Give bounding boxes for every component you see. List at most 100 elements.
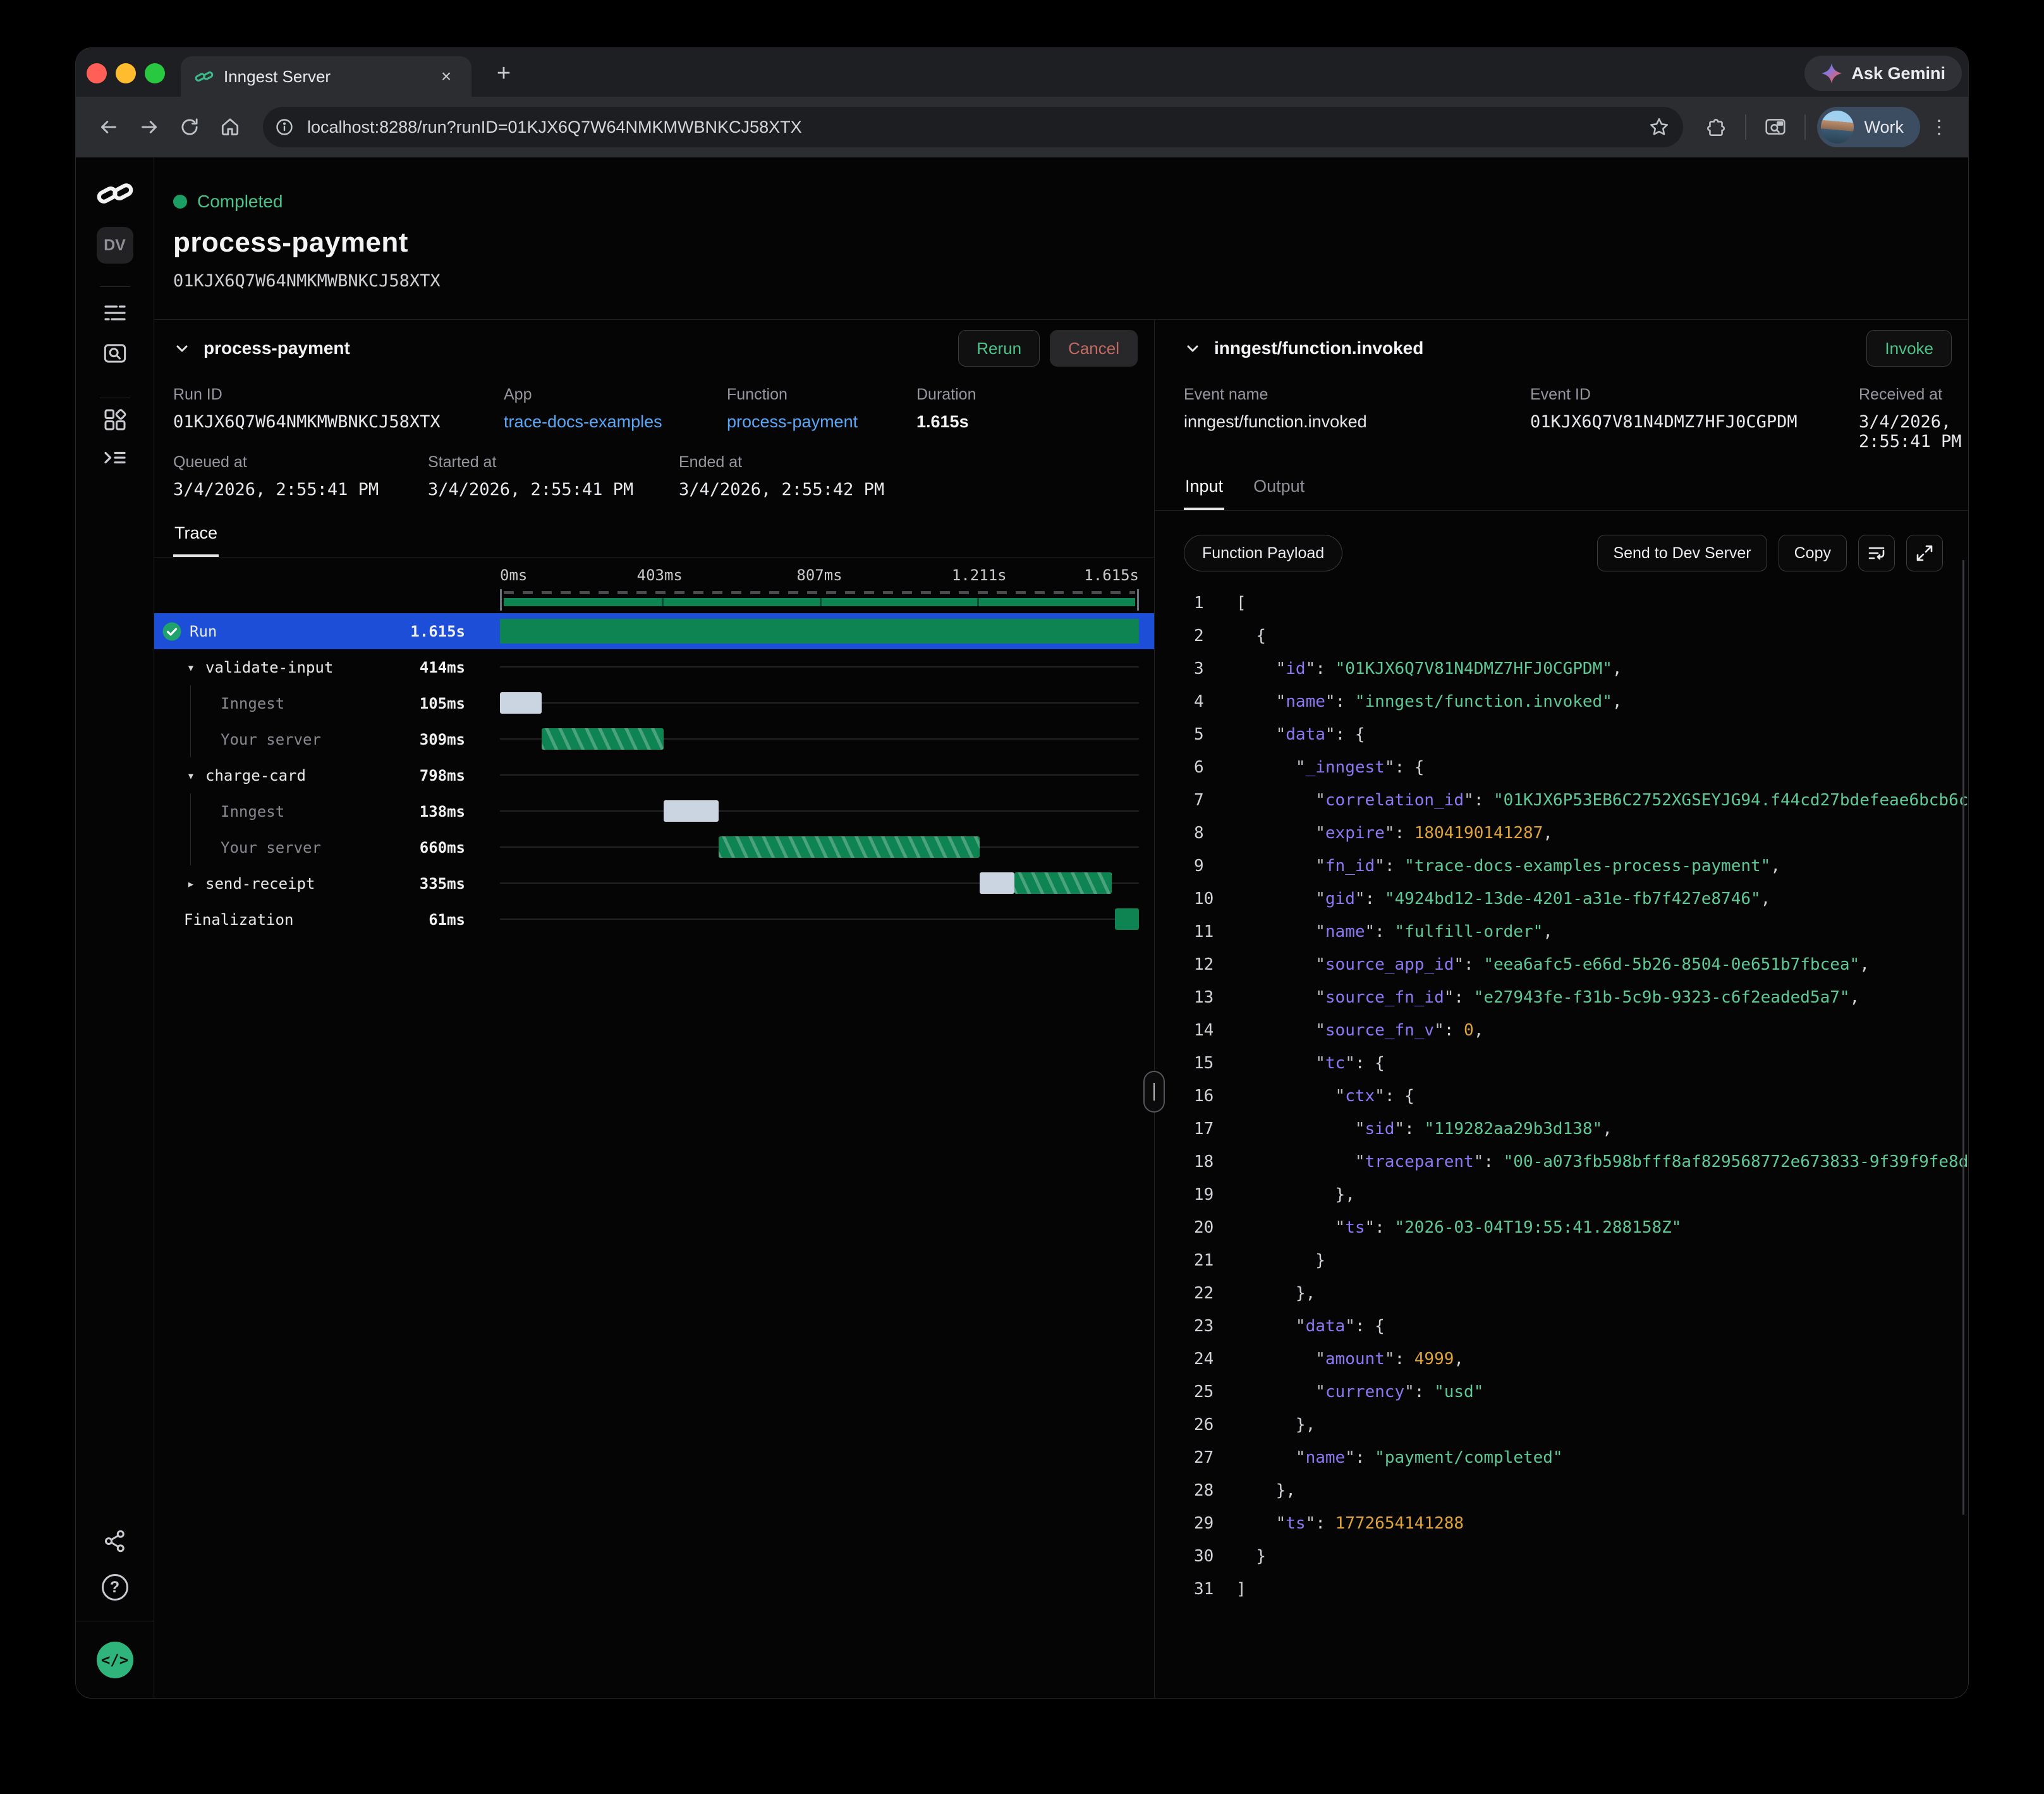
trace-row-charge-card[interactable]: charge-card798ms	[154, 757, 1154, 793]
trace-row-duration: 61ms	[394, 911, 465, 929]
minimap-dashes	[504, 591, 1135, 594]
trace-bar-exec	[1014, 872, 1112, 894]
trace-row-run[interactable]: Run1.615s	[154, 613, 1154, 649]
close-window-button[interactable]	[87, 63, 107, 83]
function-payload-pill[interactable]: Function Payload	[1184, 535, 1342, 571]
inngest-favicon-icon	[195, 69, 214, 84]
scrollbar[interactable]	[1962, 560, 1964, 1515]
reload-icon[interactable]	[172, 109, 207, 145]
tab-output[interactable]: Output	[1252, 469, 1306, 510]
trace-minimap[interactable]	[154, 589, 1154, 613]
line-number: 13	[1155, 981, 1236, 1014]
invoke-button[interactable]: Invoke	[1866, 330, 1952, 367]
trace-track-line	[500, 918, 1139, 920]
trace-row-finalization[interactable]: Finalization61ms	[154, 901, 1154, 937]
line-number: 12	[1155, 948, 1236, 981]
wrap-lines-icon[interactable]	[1858, 535, 1895, 571]
search-events-icon[interactable]	[102, 341, 128, 366]
apps-icon[interactable]	[102, 407, 128, 432]
ask-gemini-label: Ask Gemini	[1851, 64, 1945, 83]
back-icon[interactable]	[91, 109, 126, 145]
env-badge[interactable]: DV	[97, 227, 133, 264]
line-number: 22	[1155, 1277, 1236, 1310]
line-number: 30	[1155, 1540, 1236, 1573]
line-number: 26	[1155, 1408, 1236, 1441]
extensions-icon[interactable]	[1698, 109, 1734, 145]
code-line: 29 ts: 1772654141288	[1155, 1507, 1968, 1540]
status-dot	[173, 195, 187, 209]
help-icon[interactable]	[102, 1574, 128, 1601]
tab-title: Inngest Server	[224, 67, 425, 87]
line-number: 17	[1155, 1113, 1236, 1145]
run-header: Completed process-payment 01KJX6Q7W64NMK…	[154, 157, 1968, 320]
url-text[interactable]: localhost:8288/run?runID=01KJX6Q7W64NMKM…	[307, 118, 1641, 137]
code-line: 19 },	[1155, 1178, 1968, 1211]
browser-menu-icon[interactable]	[1925, 109, 1953, 145]
send-to-dev-server-button[interactable]: Send to Dev Server	[1597, 535, 1767, 571]
app-link[interactable]: trace-docs-examples	[504, 412, 727, 432]
zoom-window-button[interactable]	[145, 63, 165, 83]
trace-row-inngest[interactable]: Inngest105ms	[154, 685, 1154, 721]
trace-bar-solid	[1115, 908, 1139, 930]
code-line: 1[	[1155, 587, 1968, 619]
trace-track-line	[500, 774, 1139, 776]
line-number: 25	[1155, 1376, 1236, 1408]
meta-ended-at: Ended at 3/4/2026, 2:55:42 PM	[679, 453, 1154, 499]
caret-down-icon[interactable]	[184, 660, 198, 675]
minimize-window-button[interactable]	[116, 63, 136, 83]
address-bar[interactable]: localhost:8288/run?runID=01KJX6Q7W64NMKM…	[263, 107, 1683, 147]
browser-tab[interactable]: Inngest Server	[181, 56, 471, 97]
trace-row-validate-input[interactable]: validate-input414ms	[154, 649, 1154, 685]
ask-gemini-button[interactable]: Ask Gemini	[1804, 56, 1962, 91]
cancel-button: Cancel	[1050, 330, 1138, 367]
chevron-down-icon[interactable]	[1184, 339, 1201, 357]
dev-tools-button[interactable]: </>	[97, 1642, 133, 1678]
line-number: 16	[1155, 1080, 1236, 1113]
code-line: 2 {	[1155, 619, 1968, 652]
chevron-down-icon[interactable]	[173, 339, 191, 357]
terminal-list-icon[interactable]	[102, 445, 128, 470]
meta-run-id: Run ID 01KJX6Q7W64NMKMWBNKCJ58XTX	[173, 386, 504, 432]
forward-icon[interactable]	[131, 109, 167, 145]
trace-row-label: charge-card	[205, 767, 306, 784]
line-number: 19	[1155, 1178, 1236, 1211]
line-number: 4	[1155, 685, 1236, 718]
time-axis: 0ms403ms807ms1.211s1.615s	[154, 561, 1154, 589]
trace-row-label: Inngest	[221, 803, 284, 821]
payload-json[interactable]: 1[2 {3 id: "01KJX6Q7V81N4DMZ7HFJ0CGPDM",…	[1155, 587, 1968, 1606]
expand-icon[interactable]	[1906, 535, 1943, 571]
site-info-icon[interactable]	[269, 112, 300, 142]
inngest-logo-icon[interactable]	[95, 180, 135, 207]
home-icon[interactable]	[212, 109, 248, 145]
caret-right-icon[interactable]	[184, 876, 198, 891]
line-number: 3	[1155, 652, 1236, 685]
profile-label: Work	[1864, 118, 1904, 137]
code-line: 7 correlation_id: "01KJX6P53EB6C2752XGSE…	[1155, 784, 1968, 817]
function-link[interactable]: process-payment	[727, 412, 916, 432]
rerun-button[interactable]: Rerun	[958, 330, 1040, 367]
tab-trace[interactable]: Trace	[173, 516, 219, 557]
meta-queued-at: Queued at 3/4/2026, 2:55:41 PM	[173, 453, 428, 499]
tab-input[interactable]: Input	[1184, 469, 1224, 510]
share-icon[interactable]	[102, 1529, 128, 1554]
runs-list-icon[interactable]	[102, 300, 128, 326]
code-line: 10 gid: "4924bd12-13de-4201-a31e-fb7f427…	[1155, 882, 1968, 915]
profile-chip[interactable]: Work	[1817, 107, 1920, 147]
tab-close-icon[interactable]	[435, 65, 458, 88]
line-number: 27	[1155, 1441, 1236, 1474]
browser-window: Inngest Server Ask Gemini	[75, 47, 1969, 1699]
bookmark-star-icon[interactable]	[1641, 109, 1677, 145]
line-number: 7	[1155, 784, 1236, 817]
copy-button[interactable]: Copy	[1779, 535, 1847, 571]
axis-tick: 1.211s	[952, 566, 1007, 584]
trace-row-your-server[interactable]: Your server309ms	[154, 721, 1154, 757]
trace-row-your-server[interactable]: Your server660ms	[154, 829, 1154, 865]
side-panel-search-icon[interactable]	[1758, 109, 1793, 145]
trace-bar-solid	[500, 619, 1139, 644]
trace-row-send-receipt[interactable]: send-receipt335ms	[154, 865, 1154, 901]
code-line: 27 name: "payment/completed"	[1155, 1441, 1968, 1474]
trace-row-inngest[interactable]: Inngest138ms	[154, 793, 1154, 829]
minimap-tick	[662, 598, 664, 606]
caret-down-icon[interactable]	[184, 768, 198, 783]
new-tab-button[interactable]	[490, 59, 518, 87]
